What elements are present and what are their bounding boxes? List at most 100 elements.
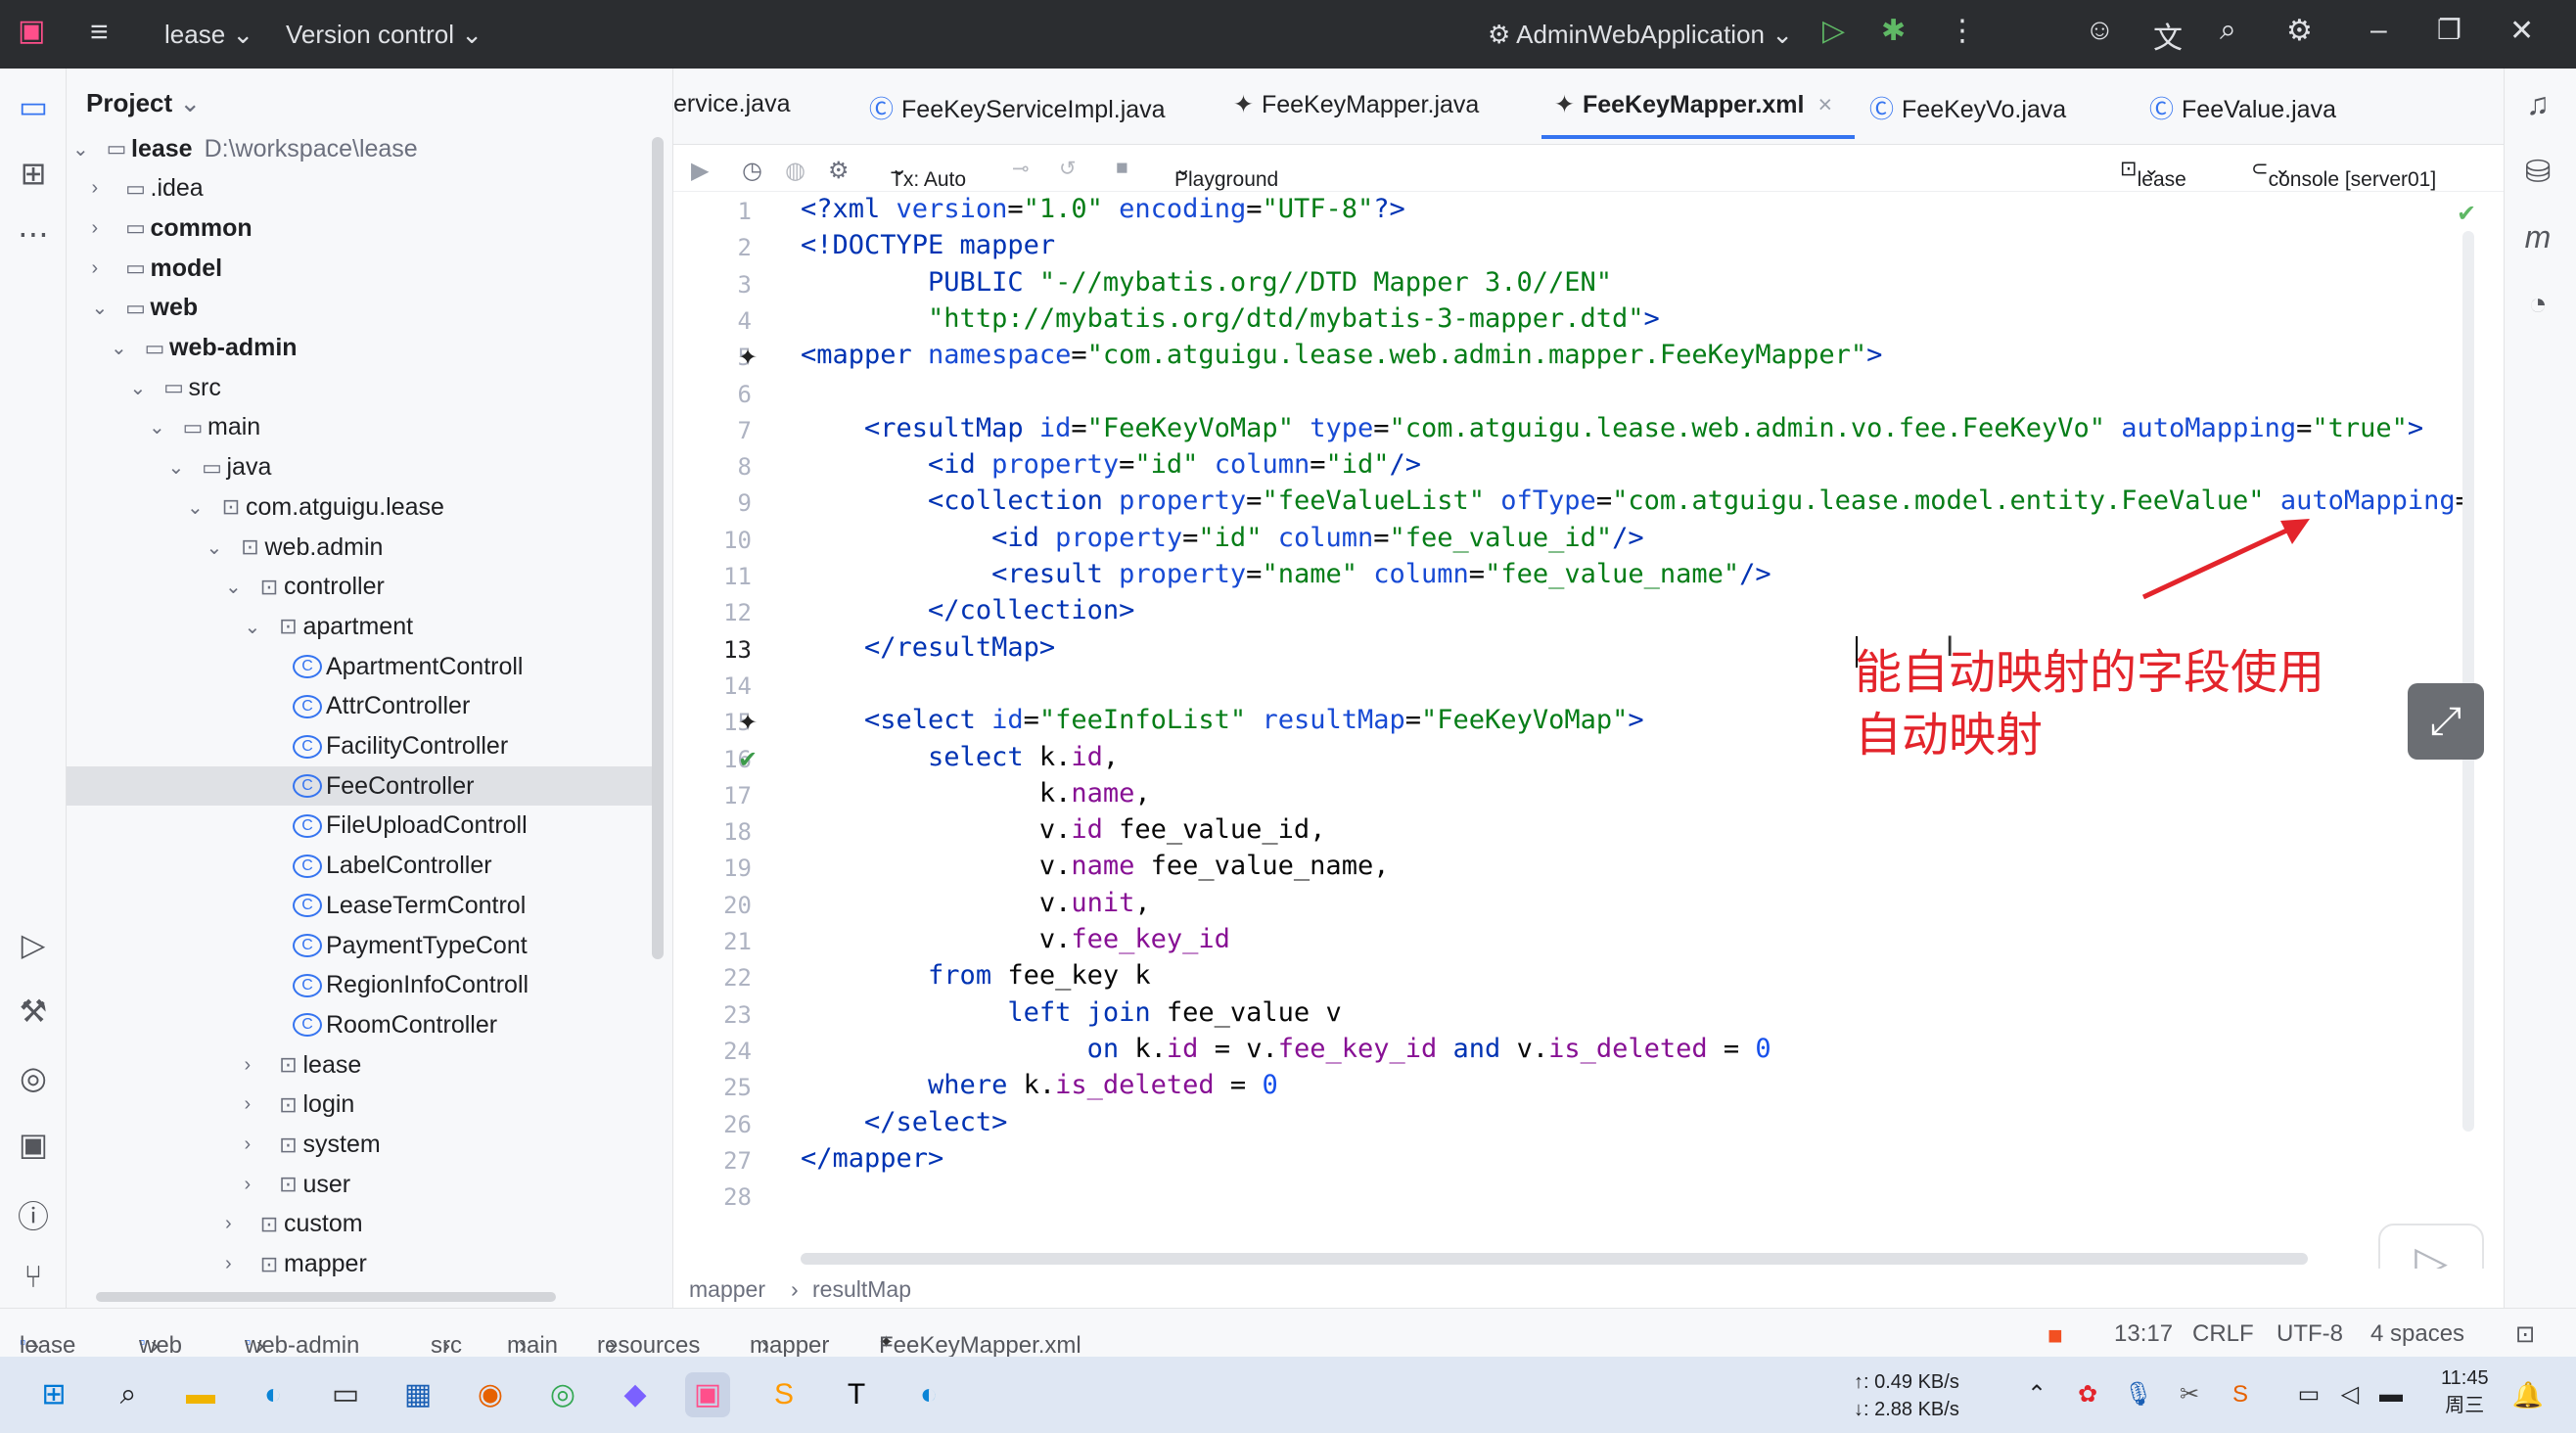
- chevron-down-icon[interactable]: ⌄: [149, 415, 178, 439]
- code-line[interactable]: <select id="feeInfoList" resultMap="FeeK…: [801, 705, 1644, 735]
- notification-bell-icon[interactable]: 🔔: [2506, 1372, 2551, 1417]
- microphone-icon[interactable]: 🎙: [2116, 1372, 2161, 1417]
- code-line[interactable]: where k.is_deleted = 0: [801, 1070, 1278, 1100]
- chevron-down-icon[interactable]: ⌄: [245, 615, 274, 639]
- database-tool-icon[interactable]: ⛁: [2505, 153, 2571, 190]
- tree-scrollbar[interactable]: [652, 137, 664, 959]
- tree-item-mapper[interactable]: › ⊡ mapper: [67, 1245, 664, 1284]
- services-tool-icon[interactable]: ◎: [0, 1059, 67, 1096]
- code-line[interactable]: <resultMap id="FeeKeyVoMap" type="com.at…: [801, 413, 2423, 443]
- ai-assistant-icon[interactable]: ◔: [2505, 286, 2571, 322]
- project-tool-icon[interactable]: ▭: [0, 88, 67, 125]
- tx-mode-selector[interactable]: Tx: Auto ⌄: [891, 157, 966, 191]
- chevron-right-icon[interactable]: ›: [92, 217, 121, 240]
- tree-horizontal-scrollbar[interactable]: [96, 1292, 556, 1302]
- chevron-down-icon[interactable]: ⌄: [130, 376, 160, 400]
- line-separator[interactable]: CRLF: [2192, 1320, 2254, 1348]
- store-icon[interactable]: ▦: [395, 1372, 440, 1417]
- intellij-logo-icon[interactable]: ▣: [18, 14, 45, 48]
- git-tool-icon[interactable]: ⑂: [0, 1259, 67, 1295]
- chevron-right-icon[interactable]: ›: [245, 1174, 274, 1196]
- chevron-right-icon[interactable]: ›: [92, 257, 121, 280]
- maven-tool-icon[interactable]: m: [2505, 219, 2571, 255]
- problems-tool-icon[interactable]: ⓘ: [0, 1192, 67, 1237]
- intellij-taskbar-icon[interactable]: ▣: [685, 1372, 730, 1417]
- tree-item-facilitycontroller[interactable]: C FacilityController: [67, 727, 664, 766]
- chevron-right-icon[interactable]: ›: [92, 177, 121, 200]
- volume-icon[interactable]: ◁: [2327, 1372, 2372, 1417]
- chevron-down-icon[interactable]: ⌄: [187, 495, 216, 520]
- tree-item-regioninfocontroll[interactable]: C RegionInfoControll: [67, 966, 664, 1005]
- chevron-right-icon[interactable]: ›: [245, 1093, 274, 1116]
- tab-feekeyserviceimpl-java[interactable]: Ⓒ FeeKeyServiceImpl.java: [869, 90, 1166, 125]
- tree-item-paymenttypecont[interactable]: C PaymentTypeCont: [67, 926, 664, 965]
- tab-feekeyvo-java[interactable]: Ⓒ FeeKeyVo.java: [1869, 90, 2066, 125]
- code-line[interactable]: </resultMap>: [801, 632, 1055, 663]
- chevron-down-icon[interactable]: ⌄: [92, 296, 121, 320]
- schema-selector[interactable]: ⊡ lease ⌄: [2120, 157, 2186, 191]
- input-method-icon[interactable]: S: [2218, 1372, 2263, 1417]
- code-line[interactable]: </mapper>: [801, 1143, 943, 1174]
- execute-icon[interactable]: ▶: [691, 157, 709, 185]
- tab-ervice-java[interactable]: ervice.java: [673, 90, 791, 118]
- run-icon[interactable]: ▷: [1822, 14, 1845, 48]
- code-line[interactable]: left join fee_value v: [801, 997, 1341, 1028]
- code-line[interactable]: from fee_key k: [801, 960, 1151, 991]
- code-line[interactable]: v.name fee_value_name,: [801, 851, 1390, 881]
- minimize-icon[interactable]: –: [2370, 14, 2387, 47]
- cancel-icon[interactable]: ◍: [785, 157, 805, 185]
- tree-item--idea[interactable]: › ▭ .idea: [67, 169, 664, 208]
- breadcrumb-mapper[interactable]: mapper: [689, 1276, 765, 1303]
- code-line[interactable]: <id property="id" column="id"/>: [801, 449, 1421, 480]
- battery-icon[interactable]: ▬: [2369, 1372, 2414, 1417]
- caret-position[interactable]: 13:17: [2114, 1320, 2173, 1348]
- code-line[interactable]: PUBLIC "-//mybatis.org//DTD Mapper 3.0//…: [801, 267, 1612, 298]
- code-line[interactable]: <result property="name" column="fee_valu…: [801, 559, 1771, 589]
- edge-icon[interactable]: ◐: [251, 1372, 296, 1417]
- tree-item-fileuploadcontroll[interactable]: C FileUploadControll: [67, 807, 664, 846]
- stop-icon[interactable]: ■: [1116, 157, 1128, 180]
- debug-icon[interactable]: ✱: [1881, 14, 1906, 48]
- code-line[interactable]: k.name,: [801, 778, 1151, 809]
- sql-check-icon[interactable]: ✔: [738, 746, 758, 774]
- tab-feekeymapper-java[interactable]: ✦ FeeKeyMapper.java: [1233, 90, 1479, 119]
- code-line[interactable]: v.unit,: [801, 888, 1151, 918]
- project-panel-title[interactable]: Project ⌄: [86, 88, 201, 118]
- notifications-icon[interactable]: ♫: [2505, 86, 2571, 122]
- playground-selector[interactable]: Playground ⌄: [1174, 157, 1278, 191]
- tree-item-apartment[interactable]: ⌄ ⊡ apartment: [67, 607, 664, 646]
- editor-gutter[interactable]: 1 2 3 4 5 6 7 8 9 10 11 12 13 14 15 16 17 18 19 20 21 22 23 24 2…: [673, 192, 801, 1249]
- chevron-right-icon[interactable]: ›: [245, 1133, 274, 1156]
- tree-item-custom[interactable]: › ⊡ custom: [67, 1205, 664, 1244]
- mybatis-navigation-icon[interactable]: ✦: [738, 709, 758, 737]
- code-line[interactable]: <id property="id" column="fee_value_id"/…: [801, 523, 1644, 553]
- terminal-tool-icon[interactable]: ▣: [0, 1126, 67, 1163]
- tree-item-apartmentcontroll[interactable]: C ApartmentControll: [67, 647, 664, 686]
- tree-item-lease[interactable]: ⌄ ▭ lease D:\workspace\lease: [67, 129, 664, 168]
- console-selector[interactable]: ⊂ console [server01] ⌄: [2251, 157, 2436, 191]
- tree-item-java[interactable]: ⌄ ▭ java: [67, 448, 664, 487]
- tree-item-common[interactable]: › ▭ common: [67, 208, 664, 248]
- tab-feevalue-java[interactable]: Ⓒ FeeValue.java: [2149, 90, 2336, 125]
- chrome-icon[interactable]: ◎: [540, 1372, 585, 1417]
- run-config-selector[interactable]: ⚙ AdminWebApplication ⌄: [1488, 20, 1793, 50]
- restore-icon[interactable]: ❐: [2437, 14, 2461, 46]
- tree-item-lease[interactable]: › ⊡ lease: [67, 1045, 664, 1085]
- chevron-down-icon[interactable]: ⌄: [168, 455, 198, 480]
- rollback-icon[interactable]: ↺: [1059, 157, 1077, 181]
- file-explorer-icon[interactable]: ▬: [178, 1372, 223, 1417]
- tree-item-leasetermcontrol[interactable]: C LeaseTermControl: [67, 886, 664, 925]
- edge-dev-icon[interactable]: ◐: [906, 1372, 951, 1417]
- file-encoding[interactable]: UTF-8: [2277, 1320, 2343, 1348]
- code-line[interactable]: <!DOCTYPE mapper: [801, 230, 1055, 260]
- code-line[interactable]: <?xml version="1.0" encoding="UTF-8"?>: [801, 194, 1405, 224]
- inspection-ok-icon[interactable]: ✔: [2457, 200, 2476, 228]
- code-line[interactable]: <mapper namespace="com.atguigu.lease.web…: [801, 340, 1882, 370]
- vcs-menu[interactable]: Version control ⌄: [286, 20, 483, 50]
- more-tools-icon[interactable]: ⋯: [0, 215, 67, 253]
- main-menu-icon[interactable]: ≡: [90, 14, 109, 50]
- sublime-icon[interactable]: S: [761, 1372, 806, 1417]
- ubuntu-icon[interactable]: ◉: [468, 1372, 513, 1417]
- code-line[interactable]: on k.id = v.fee_key_id and v.is_deleted …: [801, 1034, 1771, 1064]
- settings-gear-icon[interactable]: ⚙: [2286, 14, 2313, 48]
